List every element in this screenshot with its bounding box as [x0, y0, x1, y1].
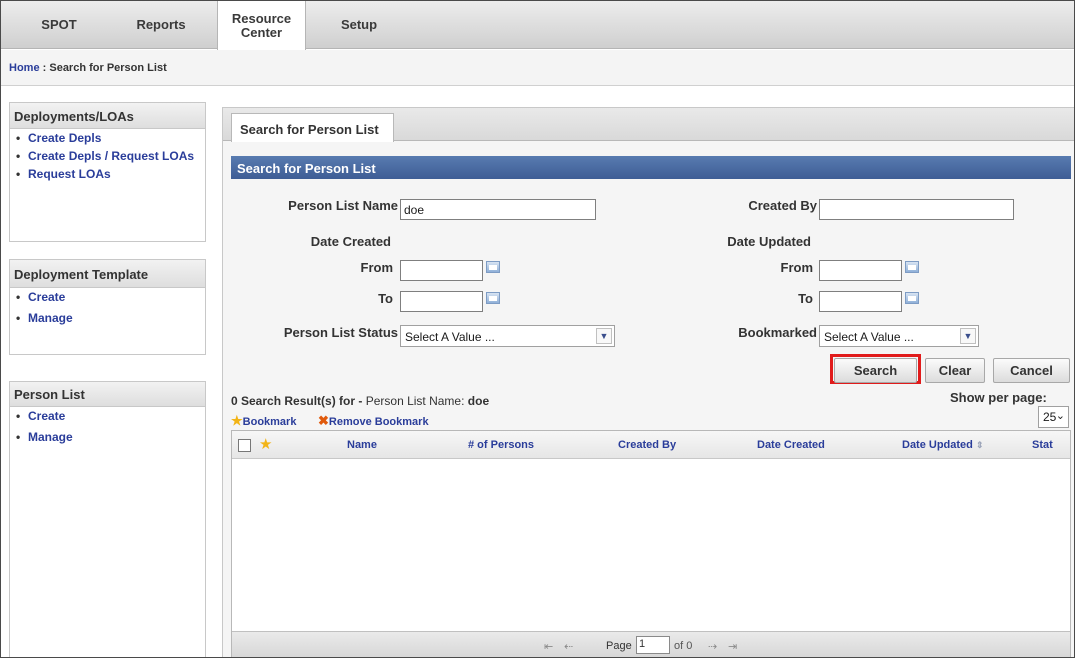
- column-created-by[interactable]: Created By: [618, 439, 676, 451]
- nav-tab-setup[interactable]: Setup: [319, 1, 399, 49]
- sidebar-person-list-panel: Person List Create Manage: [9, 381, 206, 657]
- calendar-icon[interactable]: [486, 261, 500, 273]
- breadcrumb: Home : Search for Person List: [9, 62, 167, 74]
- sidebar-template-panel: Deployment Template Create Manage: [9, 259, 206, 355]
- results-criteria-label: Person List Name:: [365, 394, 465, 408]
- person-list-status-value: Select A Value ...: [405, 330, 495, 344]
- per-page-value: 25: [1043, 410, 1057, 424]
- breadcrumb-bar: Home : Search for Person List: [1, 50, 1074, 86]
- per-page-select[interactable]: 25 ⌄: [1038, 406, 1069, 428]
- column-name[interactable]: Name: [347, 439, 377, 451]
- page-label: Page: [606, 640, 632, 652]
- sidebar-item-person-list-manage[interactable]: Manage: [14, 431, 205, 445]
- breadcrumb-separator: :: [42, 62, 47, 74]
- sidebar-person-list-title: Person List: [10, 382, 205, 407]
- star-icon: ★: [231, 413, 243, 428]
- results-grid: ★ Name # of Persons Created By Date Crea…: [231, 430, 1071, 657]
- sidebar-deployments-title: Deployments/LOAs: [10, 103, 205, 129]
- created-to-input[interactable]: [400, 291, 483, 312]
- pager: ⇤ ⇠ Page 1 of 0 ⇢ ⇥: [232, 631, 1070, 657]
- column-date-updated-label: Date Updated: [902, 439, 973, 451]
- results-count: 0 Search Result(s) for -: [231, 394, 363, 408]
- date-updated-label: Date Updated: [727, 234, 811, 249]
- bookmarked-label: Bookmarked: [738, 325, 817, 340]
- chevron-down-icon: ▼: [960, 328, 976, 344]
- search-button[interactable]: Search: [834, 358, 917, 383]
- calendar-icon[interactable]: [905, 292, 919, 304]
- person-list-status-select[interactable]: Select A Value ... ▼: [400, 325, 615, 347]
- person-list-status-label: Person List Status: [283, 325, 398, 340]
- updated-to-label: To: [798, 291, 813, 306]
- cancel-button[interactable]: Cancel: [993, 358, 1070, 383]
- nav-tab-resource-center[interactable]: Resource Center: [217, 1, 306, 50]
- bookmark-label: Bookmark: [242, 416, 297, 428]
- remove-bookmark-link[interactable]: ✖Remove Bookmark: [318, 413, 429, 429]
- last-page-icon[interactable]: ⇥: [728, 640, 737, 653]
- chevron-down-icon: ⌄: [1055, 410, 1065, 422]
- breadcrumb-current: Search for Person List: [49, 62, 167, 74]
- column-date-created[interactable]: Date Created: [757, 439, 825, 451]
- date-created-label: Date Created: [310, 234, 391, 249]
- person-list-name-label: Person List Name: [288, 198, 398, 213]
- first-page-icon[interactable]: ⇤: [544, 640, 553, 653]
- sidebar-item-template-manage[interactable]: Manage: [14, 312, 205, 326]
- column-date-updated[interactable]: Date Updated ⇕: [902, 439, 984, 451]
- remove-icon: ✖: [318, 413, 329, 428]
- sidebar-item-create-depls-request-loas[interactable]: Create Depls / Request LOAs: [14, 150, 205, 164]
- nav-tab-spot[interactable]: SPOT: [9, 1, 109, 49]
- bookmarked-value: Select A Value ...: [824, 330, 914, 344]
- next-page-icon[interactable]: ⇢: [708, 640, 717, 653]
- sort-icon: ⇕: [975, 440, 984, 450]
- remove-bookmark-label: Remove Bookmark: [328, 416, 429, 428]
- calendar-icon[interactable]: [486, 292, 500, 304]
- created-from-input[interactable]: [400, 260, 483, 281]
- nav-tab-reports[interactable]: Reports: [111, 1, 211, 49]
- top-navigation: SPOT Reports Resource Center Setup: [1, 1, 1074, 50]
- created-to-label: To: [378, 291, 393, 306]
- updated-to-input[interactable]: [819, 291, 902, 312]
- tab-strip: Search for Person List: [223, 108, 1074, 142]
- created-by-input[interactable]: [819, 199, 1014, 220]
- calendar-icon[interactable]: [905, 261, 919, 273]
- breadcrumb-home-link[interactable]: Home: [9, 62, 40, 74]
- chevron-down-icon: ▼: [596, 328, 612, 344]
- previous-page-icon[interactable]: ⇠: [564, 640, 573, 653]
- show-per-page-label: Show per page:: [950, 390, 1047, 405]
- page-number-input[interactable]: 1: [636, 636, 670, 654]
- sidebar-item-request-loas[interactable]: Request LOAs: [14, 168, 205, 182]
- created-by-label: Created By: [748, 198, 817, 213]
- clear-button[interactable]: Clear: [925, 358, 985, 383]
- nav-tab-resource-center-label: Resource Center: [231, 10, 292, 40]
- sidebar-template-title: Deployment Template: [10, 260, 205, 288]
- column-num-persons[interactable]: # of Persons: [468, 439, 534, 451]
- updated-from-label: From: [780, 260, 814, 275]
- sidebar-item-create-depls[interactable]: Create Depls: [14, 132, 205, 146]
- created-from-label: From: [360, 260, 394, 275]
- bookmark-link[interactable]: ★Bookmark: [231, 413, 296, 429]
- main-panel: Search for Person List Search for Person…: [222, 107, 1074, 657]
- sidebar-item-template-create[interactable]: Create: [14, 291, 205, 305]
- select-all-checkbox[interactable]: [238, 439, 251, 452]
- sidebar-item-person-list-create[interactable]: Create: [14, 410, 205, 424]
- results-summary: 0 Search Result(s) for - Person List Nam…: [231, 394, 489, 408]
- sidebar-deployments-panel: Deployments/LOAs Create Depls Create Dep…: [9, 102, 206, 242]
- tab-search-for-person-list[interactable]: Search for Person List: [231, 113, 394, 142]
- person-list-name-input[interactable]: doe: [400, 199, 596, 220]
- grid-header: ★ Name # of Persons Created By Date Crea…: [232, 431, 1070, 459]
- app-window: SPOT Reports Resource Center Setup Home …: [0, 0, 1075, 658]
- results-criteria-value: doe: [467, 394, 490, 408]
- section-header: Search for Person List: [231, 156, 1071, 179]
- bookmarked-select[interactable]: Select A Value ... ▼: [819, 325, 979, 347]
- star-icon[interactable]: ★: [259, 435, 272, 453]
- page-total-label: of 0: [674, 640, 693, 652]
- column-status[interactable]: Stat: [1032, 439, 1053, 451]
- updated-from-input[interactable]: [819, 260, 902, 281]
